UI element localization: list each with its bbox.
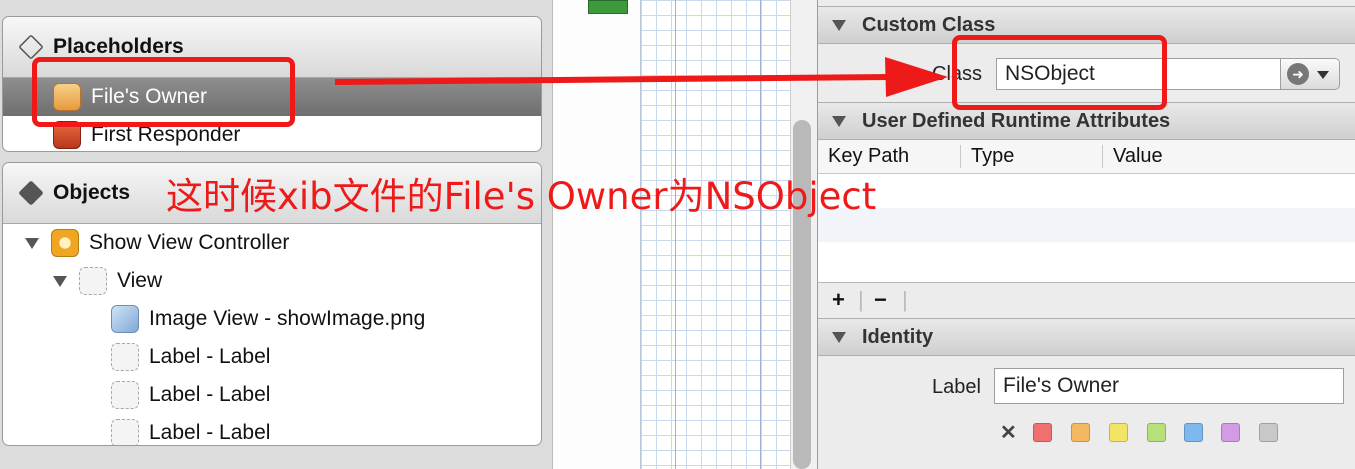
image-view-icon <box>111 305 139 333</box>
disclosure-triangle-icon[interactable] <box>832 19 846 31</box>
highlight-box-files-owner <box>32 57 295 127</box>
label-icon <box>111 343 139 371</box>
annotation-arrow <box>334 57 948 97</box>
custom-class-title: Custom Class <box>862 13 996 36</box>
cube-filled-icon <box>18 180 44 206</box>
column-key-path[interactable]: Key Path <box>828 145 909 168</box>
tree-item-label[interactable]: Label - Label <box>3 338 541 376</box>
label-color-blue[interactable] <box>1184 423 1203 442</box>
tree-item-image-view[interactable]: Image View - showImage.png <box>3 300 541 338</box>
remove-attribute-button[interactable]: − <box>874 287 887 313</box>
table-row <box>818 208 1355 242</box>
disclosure-triangle-icon[interactable] <box>832 115 846 127</box>
tree-item-view-controller[interactable]: Show View Controller <box>3 224 541 262</box>
add-attribute-button[interactable]: + <box>832 287 845 313</box>
tree-item-label[interactable]: Label - Label <box>3 414 541 445</box>
class-combo-button[interactable]: ➜ <box>1280 58 1340 90</box>
disclosure-triangle-icon[interactable] <box>832 331 846 343</box>
canvas-element <box>588 0 628 14</box>
column-type[interactable]: Type <box>960 145 1014 168</box>
tree-label: View <box>117 269 163 292</box>
label-color-orange[interactable] <box>1071 423 1090 442</box>
disclosure-triangle-icon[interactable] <box>25 237 39 249</box>
label-icon <box>111 381 139 409</box>
identity-title: Identity <box>862 325 934 348</box>
label-icon <box>111 419 139 445</box>
view-icon <box>79 267 107 295</box>
column-value[interactable]: Value <box>1102 145 1163 168</box>
tree-label: Label - Label <box>149 421 271 444</box>
objects-title: Objects <box>53 181 131 204</box>
separator: | <box>858 287 864 312</box>
label-field-label: Label <box>932 376 981 398</box>
label-color-gray[interactable] <box>1259 423 1278 442</box>
annotation-text: 这时候xib文件的File's Owner为NSObject <box>166 175 877 218</box>
label-color-green[interactable] <box>1147 423 1166 442</box>
go-arrow-icon[interactable]: ➜ <box>1287 63 1309 85</box>
view-controller-icon <box>51 229 79 257</box>
tree-label: Show View Controller <box>89 231 290 254</box>
label-color-red[interactable] <box>1033 423 1052 442</box>
tree-label: Image View - showImage.png <box>149 307 426 330</box>
identity-header[interactable]: Identity <box>818 318 1355 356</box>
runtime-attributes-table[interactable]: Key Path Type Value <box>818 140 1355 282</box>
separator: | <box>902 287 908 312</box>
label-value: File's Owner <box>1003 374 1120 397</box>
tree-label: Label - Label <box>149 383 271 406</box>
tree-label: Label - Label <box>149 345 271 368</box>
label-field[interactable]: File's Owner <box>994 368 1344 404</box>
highlight-box-class <box>952 35 1167 110</box>
table-header: Key Path Type Value <box>818 140 1355 174</box>
runtime-attributes-title: User Defined Runtime Attributes <box>862 109 1171 132</box>
cube-outline-icon <box>18 34 44 60</box>
placeholders-title: Placeholders <box>53 35 184 58</box>
tree-item-view[interactable]: View <box>3 262 541 300</box>
label-color-yellow[interactable] <box>1109 423 1128 442</box>
label-color-purple[interactable] <box>1221 423 1240 442</box>
chevron-down-icon[interactable] <box>1317 71 1329 79</box>
table-footer: + | − | <box>818 282 1355 319</box>
clear-label-icon[interactable]: ✕ <box>1000 420 1017 445</box>
tree-item-label[interactable]: Label - Label <box>3 376 541 414</box>
disclosure-triangle-icon[interactable] <box>53 275 67 287</box>
